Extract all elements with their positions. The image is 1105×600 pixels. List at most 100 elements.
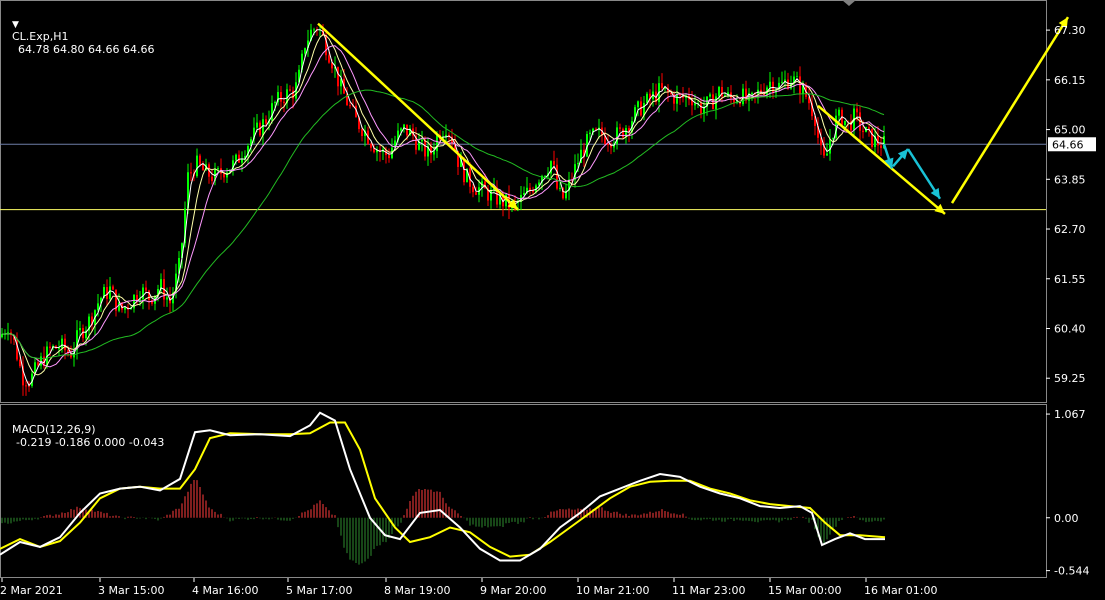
candle-body (880, 145, 882, 149)
macd-histogram (1, 480, 885, 565)
candle-body (148, 290, 150, 301)
candle-body (145, 287, 147, 291)
candle-body (289, 89, 291, 91)
trading-chart[interactable]: 67.30 66.15 65.00 63.85 62.70 61.55 60.40 59.25… (0, 0, 1105, 600)
candle-body (532, 190, 534, 193)
candle-body (79, 327, 81, 331)
candle-body (796, 76, 798, 78)
price-tick-label: 62.70 (1054, 223, 1086, 236)
candle-body (196, 155, 198, 177)
candle-body (421, 139, 423, 142)
macd-header: MACD(12,26,9) -0.219 -0.186 0.000 -0.043 (5, 410, 164, 449)
candle-body (661, 83, 663, 89)
candle-body (433, 151, 435, 155)
candle-body (199, 155, 201, 165)
candle-body (436, 134, 438, 152)
candle-body (472, 186, 474, 193)
candle-body (388, 155, 390, 159)
candle-body (349, 105, 351, 107)
price-tick-label: 67.30 (1054, 24, 1086, 37)
candle-body (607, 143, 609, 145)
price-tick-label: 61.55 (1054, 273, 1086, 286)
time-axis: 2 Mar 2021 3 Mar 15:00 4 Mar 16:00 5 Mar 17… (0, 578, 937, 597)
candle-body (781, 81, 783, 83)
trend-arrow-1 (317, 22, 519, 211)
candle-body (844, 120, 846, 125)
time-tick-label: 15 Mar 00:00 (768, 584, 841, 597)
candle-body (868, 127, 870, 129)
candle-body (838, 109, 840, 116)
candle-body (112, 286, 114, 290)
trend-arrow-2 (817, 104, 946, 215)
macd-tick-label: 0.00 (1054, 512, 1079, 525)
candle-body (142, 287, 144, 300)
candle-body (265, 119, 267, 124)
ma-mid-line (1, 34, 885, 376)
candle-body (97, 303, 99, 311)
candle-body (49, 346, 51, 349)
time-tick-label: 16 Mar 01:00 (864, 584, 937, 597)
candle-body (799, 76, 801, 95)
macd-label: MACD(12,26,9) (12, 423, 96, 436)
price-tick-label: 66.15 (1054, 74, 1086, 87)
candle-body (553, 161, 555, 165)
candle-body (637, 101, 639, 108)
candle-body (217, 168, 219, 170)
candle-body (361, 129, 363, 137)
current-price-label: 64.66 (1052, 138, 1084, 151)
candle-body (109, 286, 111, 299)
price-panel-border (0, 0, 1047, 403)
candle-body (787, 79, 789, 89)
candle-body (58, 347, 60, 349)
candle-body (61, 338, 63, 348)
trend-arrow-3 (950, 16, 1070, 204)
candle-body (25, 385, 27, 387)
macd-tick-label: 1.067 (1054, 408, 1086, 421)
dropdown-triangle-icon[interactable]: ▼ (12, 20, 19, 30)
ma-long-line (1, 89, 885, 360)
candle-body (313, 29, 315, 31)
candle-body (556, 164, 558, 189)
candle-body (829, 139, 831, 154)
candle-body (241, 159, 243, 163)
candle-body (718, 86, 720, 97)
symbol-label: CL.Exp,H1 (12, 30, 69, 43)
candle-body (235, 154, 237, 161)
candle-body (490, 189, 492, 201)
moving-averages (1, 29, 885, 387)
candle-body (190, 172, 192, 174)
price-tick-label: 63.85 (1054, 173, 1086, 186)
time-tick-label: 11 Mar 23:00 (672, 584, 745, 597)
candle-body (856, 108, 858, 113)
candle-body (262, 119, 264, 136)
candle-body (745, 88, 747, 101)
chart-shift-marker-icon[interactable] (842, 0, 856, 6)
macd-values: -0.219 -0.186 0.000 -0.043 (16, 436, 165, 449)
candle-body (328, 55, 330, 63)
candle-body (424, 139, 426, 157)
candle-body (274, 101, 276, 104)
candle-body (589, 132, 591, 134)
time-tick-label: 5 Mar 17:00 (286, 584, 352, 597)
price-tick-label: 65.00 (1054, 124, 1086, 137)
candle-body (223, 173, 225, 178)
candle-body (871, 128, 873, 147)
time-tick-label: 4 Mar 16:00 (192, 584, 258, 597)
ohlc-values: 64.78 64.80 64.66 64.66 (18, 43, 155, 56)
candle-body (445, 134, 447, 137)
candle-body (577, 162, 579, 165)
candle-body (400, 128, 402, 131)
candle-body (619, 127, 621, 129)
candle-body (463, 159, 465, 183)
candle-body (559, 187, 561, 189)
time-tick-label: 3 Mar 15:00 (98, 584, 164, 597)
candle-body (211, 176, 213, 182)
candle-body (118, 302, 120, 311)
time-tick-label: 8 Mar 19:00 (384, 584, 450, 597)
candle-body (283, 101, 285, 104)
candle-body (337, 66, 339, 87)
candle-body (676, 93, 678, 104)
time-tick-label: 2 Mar 2021 (0, 584, 63, 597)
candle-body (769, 81, 771, 88)
candle-body (475, 192, 477, 195)
